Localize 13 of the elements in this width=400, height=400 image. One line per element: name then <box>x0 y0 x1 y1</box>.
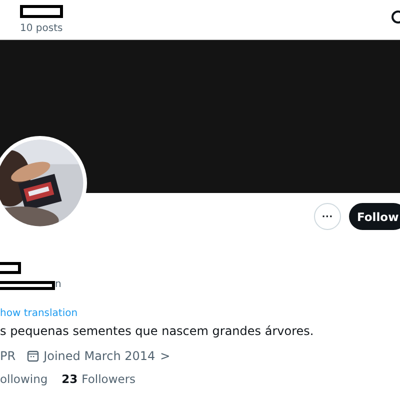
more-button[interactable]: ··· <box>314 203 341 230</box>
stat-link[interactable]: 23 Followers <box>62 372 136 386</box>
location-text: PR <box>0 349 16 363</box>
post-count: 10 posts <box>20 23 63 34</box>
chevron-text[interactable]: > <box>160 349 170 363</box>
bio-text: s pequenas sementes que nascem grandes árvores. <box>0 324 315 338</box>
joined-date-text: Joined March 2014 <box>44 349 156 363</box>
calendar-icon <box>26 350 39 362</box>
search-icon[interactable] <box>390 10 400 24</box>
stat-link[interactable]: ollowing <box>0 372 48 386</box>
handle-text: n <box>55 280 62 290</box>
follow-button[interactable]: Follow <box>349 203 400 230</box>
redaction-bar <box>20 5 63 18</box>
